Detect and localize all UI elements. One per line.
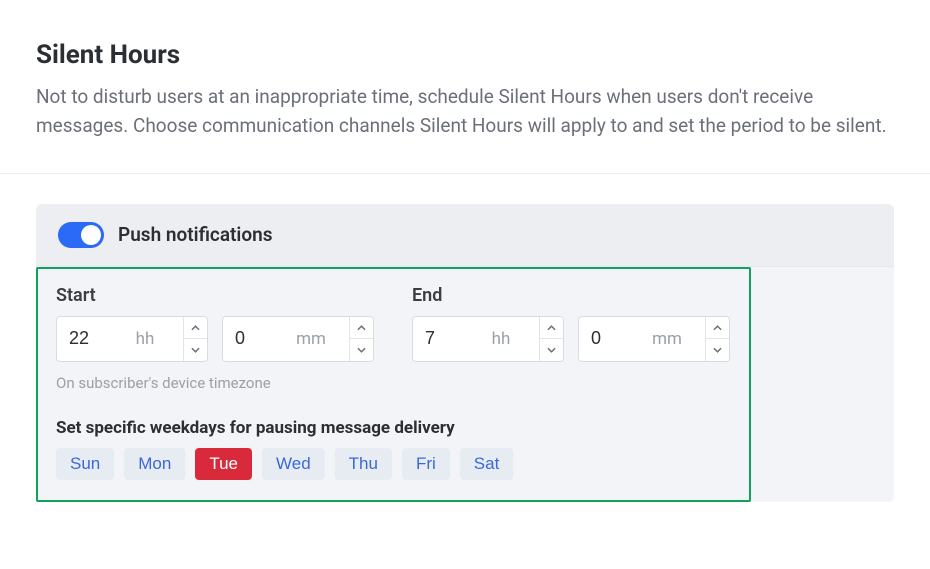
weekday-thu[interactable]: Thu [335, 448, 392, 480]
weekday-mon[interactable]: Mon [124, 448, 185, 480]
end-steppers: hh mm [412, 316, 744, 362]
channel-header: Push notifications [36, 204, 894, 266]
weekday-fri[interactable]: Fri [402, 448, 450, 480]
divider [0, 173, 930, 174]
start-hh-unit: hh [107, 317, 183, 361]
start-mm-unit: mm [273, 317, 349, 361]
page-title: Silent Hours [36, 40, 894, 70]
end-hh-stepper: hh [412, 316, 564, 362]
end-hh-arrows [539, 317, 563, 361]
channel-panel: Push notifications Start hh [36, 204, 894, 502]
end-mm-unit: mm [629, 317, 705, 361]
page-description: Not to disturb users at an inappropriate… [36, 82, 894, 141]
end-mm-stepper: mm [578, 316, 730, 362]
toggle-knob [81, 225, 101, 245]
push-toggle[interactable] [58, 222, 104, 248]
schedule-box: Start hh [36, 267, 751, 502]
weekdays-label: Set specific weekdays for pausing messag… [56, 418, 731, 438]
end-label: End [412, 285, 744, 306]
weekday-wed[interactable]: Wed [262, 448, 325, 480]
end-hh-down-icon[interactable] [540, 339, 563, 361]
start-column: Start hh [56, 285, 388, 362]
end-column: End hh [412, 285, 744, 362]
timezone-note: On subscriber's device timezone [56, 374, 731, 392]
end-hh-unit: hh [463, 317, 539, 361]
end-hh-up-icon[interactable] [540, 317, 563, 340]
weekday-sun[interactable]: Sun [56, 448, 114, 480]
start-hh-input[interactable] [57, 317, 107, 361]
start-mm-stepper: mm [222, 316, 374, 362]
start-mm-input[interactable] [223, 317, 273, 361]
end-mm-input[interactable] [579, 317, 629, 361]
channel-label: Push notifications [118, 223, 273, 246]
time-row: Start hh [56, 285, 731, 362]
end-hh-input[interactable] [413, 317, 463, 361]
start-steppers: hh mm [56, 316, 388, 362]
start-hh-up-icon[interactable] [184, 317, 207, 340]
end-mm-arrows [705, 317, 729, 361]
weekday-tue[interactable]: Tue [195, 448, 252, 480]
weekday-row: Sun Mon Tue Wed Thu Fri Sat [56, 448, 731, 480]
start-label: Start [56, 285, 388, 306]
panel-body: Start hh [36, 266, 894, 502]
start-hh-arrows [183, 317, 207, 361]
start-mm-up-icon[interactable] [350, 317, 373, 340]
start-mm-arrows [349, 317, 373, 361]
start-hh-stepper: hh [56, 316, 208, 362]
start-hh-down-icon[interactable] [184, 339, 207, 361]
weekday-sat[interactable]: Sat [460, 448, 514, 480]
end-mm-up-icon[interactable] [706, 317, 729, 340]
start-mm-down-icon[interactable] [350, 339, 373, 361]
end-mm-down-icon[interactable] [706, 339, 729, 361]
